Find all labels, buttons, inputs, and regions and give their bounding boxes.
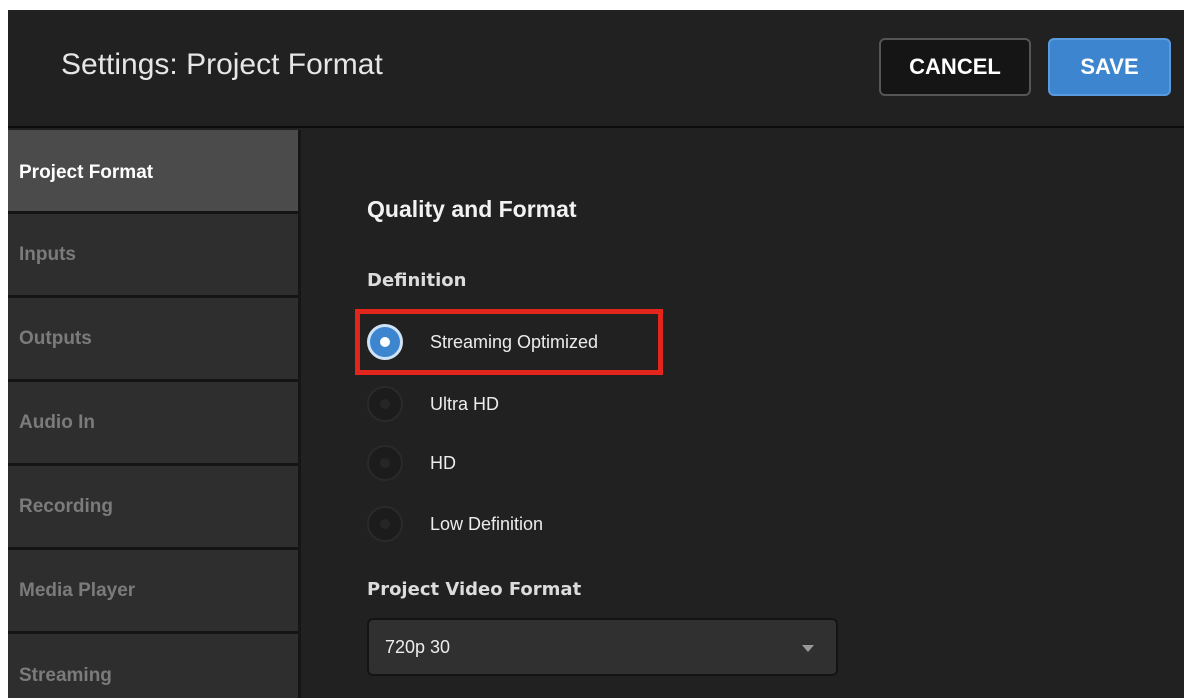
sidebar-item-streaming[interactable]: Streaming xyxy=(8,634,298,698)
radio-icon[interactable] xyxy=(367,445,403,481)
radio-option-ultra-hd[interactable]: Ultra HD xyxy=(367,384,499,424)
radio-option-low-definition[interactable]: Low Definition xyxy=(367,504,543,544)
sidebar-item-audio-in[interactable]: Audio In xyxy=(8,382,298,466)
cancel-button[interactable]: CANCEL xyxy=(879,38,1031,96)
sidebar-item-outputs[interactable]: Outputs xyxy=(8,298,298,382)
sidebar-item-project-format[interactable]: Project Format xyxy=(8,130,298,214)
sidebar-item-media-player[interactable]: Media Player xyxy=(8,550,298,634)
radio-label: Ultra HD xyxy=(430,393,500,414)
save-button[interactable]: SAVE xyxy=(1048,38,1171,96)
radio-icon[interactable] xyxy=(367,324,403,360)
radio-icon[interactable] xyxy=(367,506,403,542)
radio-option-hd[interactable]: HD xyxy=(367,443,456,483)
video-format-label: Project Video Format xyxy=(367,579,582,600)
sidebar-item-recording[interactable]: Recording xyxy=(8,466,298,550)
video-format-select[interactable]: 720p 30 xyxy=(367,618,838,676)
definition-label: Definition xyxy=(367,270,467,291)
section-title: Quality and Format xyxy=(367,196,577,222)
video-format-value: 720p 30 xyxy=(385,636,451,657)
radio-label: Low Definition xyxy=(430,513,544,534)
radio-label: HD xyxy=(430,452,456,473)
radio-label: Streaming Optimized xyxy=(430,331,599,352)
settings-content: Quality and Format Definition Streaming … xyxy=(304,130,1184,698)
settings-header: Settings: Project Format CANCEL SAVE xyxy=(8,10,1184,128)
page-title: Settings: Project Format xyxy=(61,48,383,81)
sidebar-item-inputs[interactable]: Inputs xyxy=(8,214,298,298)
chevron-down-icon xyxy=(802,645,814,652)
settings-window: Settings: Project Format CANCEL SAVE Pro… xyxy=(8,10,1184,698)
radio-icon[interactable] xyxy=(367,386,403,422)
settings-sidebar: Project Format Inputs Outputs Audio In R… xyxy=(8,130,301,698)
radio-option-streaming-optimized[interactable]: Streaming Optimized xyxy=(367,322,598,362)
